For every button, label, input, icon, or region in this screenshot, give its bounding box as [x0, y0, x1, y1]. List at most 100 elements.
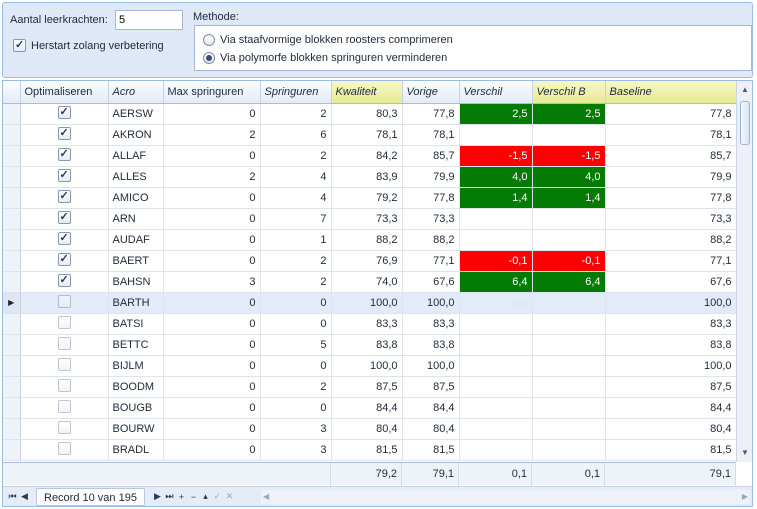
optimize-cell[interactable] [20, 271, 109, 293]
scroll-down-icon[interactable]: ▼ [737, 445, 752, 461]
acro-cell[interactable]: AMICO [108, 187, 164, 209]
verschil-cell[interactable] [459, 355, 533, 377]
column-header-springuren[interactable]: Springuren [260, 81, 332, 104]
optimize-cell[interactable] [20, 166, 109, 188]
baseline-cell[interactable]: 73,3 [605, 208, 737, 230]
springuren-cell[interactable]: 2 [260, 376, 332, 398]
row-indicator[interactable] [3, 418, 21, 440]
acro-cell[interactable]: AERSW [108, 103, 164, 125]
verschil-cell[interactable] [459, 397, 533, 419]
scroll-thumb[interactable] [740, 101, 750, 145]
table-row[interactable]: BAHSN3274,067,66,46,467,6 [3, 271, 737, 293]
baseline-cell[interactable]: 67,6 [605, 271, 737, 293]
verschil-b-cell[interactable] [532, 292, 606, 314]
table-row[interactable]: ▶ BARTH 0 0 100,0 100,0 0,0 100,0 [3, 292, 737, 314]
springuren-cell[interactable]: 5 [260, 334, 332, 356]
springuren-cell[interactable]: 3 [260, 439, 332, 461]
verschil-cell[interactable]: -0,1 [459, 250, 533, 272]
optimize-checkbox[interactable] [57, 273, 71, 287]
scroll-up-icon[interactable]: ▲ [737, 82, 752, 98]
radio-button[interactable] [203, 34, 215, 46]
kwaliteit-cell[interactable]: 80,3 [331, 103, 403, 125]
kwaliteit-cell[interactable]: 79,2 [331, 187, 403, 209]
verschil-b-cell[interactable] [532, 124, 606, 146]
column-header-max-springuren[interactable]: Max springuren [163, 81, 261, 104]
previous-record-icon[interactable]: ◀ [19, 491, 30, 502]
baseline-cell[interactable]: 85,7 [605, 145, 737, 167]
verschil-cell[interactable]: 1,4 [459, 187, 533, 209]
springuren-cell[interactable]: 2 [260, 145, 332, 167]
optimize-cell[interactable] [20, 397, 109, 419]
radio-button-selected[interactable] [203, 52, 215, 64]
verschil-cell[interactable] [459, 439, 533, 461]
max-springuren-cell[interactable]: 0 [163, 376, 261, 398]
acro-cell[interactable]: ALLAF [108, 145, 164, 167]
kwaliteit-cell[interactable]: 83,3 [331, 313, 403, 335]
kwaliteit-cell[interactable]: 74,0 [331, 271, 403, 293]
table-row[interactable]: BOURW 0 3 80,4 80,4 80,4 [3, 418, 737, 440]
optimize-checkbox[interactable] [57, 357, 71, 371]
verschil-b-cell[interactable] [532, 334, 606, 356]
vorige-cell[interactable]: 73,3 [402, 208, 460, 230]
verschil-b-cell[interactable]: -1,5 [532, 145, 606, 167]
optimize-cell[interactable] [20, 418, 109, 440]
verschil-cell[interactable] [459, 418, 533, 440]
optimize-checkbox[interactable] [57, 189, 71, 203]
table-row[interactable]: BOODM 0 2 87,5 87,5 87,5 [3, 376, 737, 398]
vertical-scrollbar[interactable]: ▲ ▼ [736, 81, 752, 462]
vorige-cell[interactable]: 77,8 [402, 187, 460, 209]
verschil-b-cell[interactable] [532, 355, 606, 377]
table-row[interactable]: BAERT0276,977,1-0,1-0,177,1 [3, 250, 737, 272]
verschil-b-cell[interactable] [532, 418, 606, 440]
teachers-count-input[interactable] [115, 10, 183, 30]
vorige-cell[interactable]: 80,4 [402, 418, 460, 440]
table-row[interactable]: BRADL 0 3 81,5 81,5 81,5 [3, 439, 737, 461]
springuren-cell[interactable]: 3 [260, 418, 332, 440]
table-row[interactable]: BOUGB 0 0 84,4 84,4 84,4 [3, 397, 737, 419]
springuren-cell[interactable]: 0 [260, 355, 332, 377]
max-springuren-cell[interactable]: 0 [163, 250, 261, 272]
table-row[interactable]: ARN0773,373,373,3 [3, 208, 737, 230]
last-record-icon[interactable]: ⏭ [164, 491, 175, 502]
vorige-cell[interactable]: 77,8 [402, 103, 460, 125]
column-header-verschil[interactable]: Verschil [459, 81, 533, 104]
springuren-cell[interactable]: 1 [260, 229, 332, 251]
verschil-b-cell[interactable]: 4,0 [532, 166, 606, 188]
max-springuren-cell[interactable]: 2 [163, 124, 261, 146]
baseline-cell[interactable]: 83,3 [605, 313, 737, 335]
optimize-checkbox[interactable] [57, 441, 71, 455]
springuren-cell[interactable]: 2 [260, 250, 332, 272]
optimize-cell[interactable] [20, 334, 109, 356]
max-springuren-cell[interactable]: 0 [163, 397, 261, 419]
kwaliteit-cell[interactable]: 78,1 [331, 124, 403, 146]
kwaliteit-cell[interactable]: 83,9 [331, 166, 403, 188]
springuren-cell[interactable]: 6 [260, 124, 332, 146]
baseline-cell[interactable]: 87,5 [605, 376, 737, 398]
next-record-icon[interactable]: ▶ [152, 491, 163, 502]
save-record-icon[interactable]: ✓ [212, 491, 223, 502]
verschil-cell[interactable] [459, 208, 533, 230]
row-indicator[interactable] [3, 313, 21, 335]
verschil-b-cell[interactable]: -0,1 [532, 250, 606, 272]
column-header-kwaliteit[interactable]: Kwaliteit [331, 81, 403, 104]
optimize-checkbox[interactable] [57, 378, 71, 392]
scroll-right-icon[interactable]: ▶ [742, 490, 748, 504]
acro-cell[interactable]: BOUGB [108, 397, 164, 419]
kwaliteit-cell[interactable]: 83,8 [331, 334, 403, 356]
column-header-verschil-b[interactable]: Verschil B [532, 81, 606, 104]
method-option-reduce[interactable]: Via polymorfe blokken springuren vermind… [203, 52, 447, 64]
column-header-acro[interactable]: Acro [108, 81, 164, 104]
max-springuren-cell[interactable]: 0 [163, 103, 261, 125]
acro-cell[interactable]: BARTH [108, 292, 164, 314]
kwaliteit-cell[interactable]: 84,4 [331, 397, 403, 419]
row-indicator[interactable] [3, 250, 21, 272]
optimize-checkbox[interactable] [57, 105, 71, 119]
verschil-cell[interactable]: 6,4 [459, 271, 533, 293]
row-indicator[interactable] [3, 439, 21, 461]
optimize-cell[interactable] [20, 124, 109, 146]
springuren-cell[interactable]: 0 [260, 313, 332, 335]
method-option-compress[interactable]: Via staafvormige blokken roosters compri… [203, 34, 453, 46]
row-indicator[interactable] [3, 103, 21, 125]
kwaliteit-cell[interactable]: 87,5 [331, 376, 403, 398]
springuren-cell[interactable]: 7 [260, 208, 332, 230]
